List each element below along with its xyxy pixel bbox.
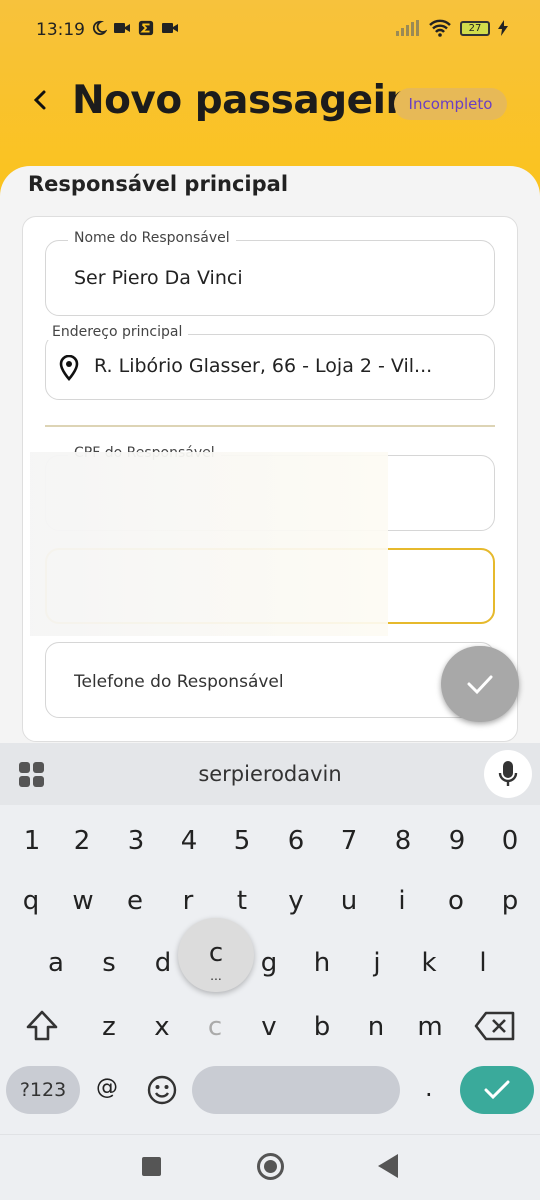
status-time: 13:19	[36, 20, 85, 40]
confirm-fab-button[interactable]	[441, 646, 519, 722]
key-w[interactable]: w	[63, 886, 103, 916]
address-field[interactable]: Endereço principal R. Libório Glasser, 6…	[45, 324, 495, 400]
key-5[interactable]: 5	[222, 826, 262, 856]
address-field-value[interactable]: R. Libório Glasser, 66 - Loja 2 - Vil...	[94, 355, 490, 377]
key-s[interactable]: s	[89, 948, 129, 978]
key-popup-letter: c	[208, 938, 224, 968]
moon-icon	[92, 20, 107, 36]
divider	[45, 425, 495, 427]
backspace-icon[interactable]	[474, 1010, 516, 1042]
key-8[interactable]: 8	[383, 826, 423, 856]
key-t[interactable]: t	[222, 886, 262, 916]
key-a[interactable]: a	[36, 948, 76, 978]
key-k[interactable]: k	[409, 948, 449, 978]
home-icon[interactable]	[257, 1153, 284, 1180]
status-badge: Incompleto	[394, 88, 507, 120]
location-pin-icon	[59, 355, 79, 381]
key-v[interactable]: v	[249, 1012, 289, 1042]
check-icon	[484, 1080, 510, 1100]
key-0[interactable]: 0	[490, 826, 530, 856]
key-2[interactable]: 2	[62, 826, 102, 856]
battery-icon: 27	[460, 20, 490, 36]
suggestion-word[interactable]: serpierodavin	[120, 762, 420, 786]
name-field-label: Nome do Responsável	[68, 230, 236, 246]
wifi-icon	[429, 19, 451, 37]
symbols-key[interactable]: ?123	[6, 1066, 80, 1114]
key-d[interactable]: d	[143, 948, 183, 978]
key-z[interactable]: z	[89, 1012, 129, 1042]
redacted-area	[30, 452, 388, 636]
back-nav-icon[interactable]	[378, 1154, 398, 1178]
key-9[interactable]: 9	[437, 826, 477, 856]
key-at[interactable]: @	[96, 1075, 118, 1100]
charging-icon	[498, 20, 508, 36]
key-g[interactable]: g	[249, 948, 289, 978]
recents-icon[interactable]	[142, 1157, 161, 1176]
key-n[interactable]: n	[356, 1012, 396, 1042]
key-j[interactable]: j	[357, 948, 397, 978]
phone-field[interactable]: Telefone do Responsável	[45, 642, 495, 718]
status-bar: 13:19 27	[0, 0, 540, 60]
letter-row-1: q w e r t y u i o p	[0, 886, 540, 930]
key-c[interactable]: c	[195, 1012, 235, 1042]
mic-button[interactable]	[484, 750, 532, 798]
status-notification-icons	[89, 20, 179, 36]
key-q[interactable]: q	[11, 886, 51, 916]
section-title: Responsável principal	[28, 172, 289, 196]
key-7[interactable]: 7	[329, 826, 369, 856]
phone-field-placeholder: Telefone do Responsável	[74, 672, 284, 692]
key-e[interactable]: e	[115, 886, 155, 916]
microphone-icon	[498, 761, 518, 786]
digit-row: 1 2 3 4 5 6 7 8 9 0	[0, 826, 540, 870]
arrow-back-icon[interactable]	[26, 86, 54, 114]
status-system-icons: 27	[396, 19, 508, 37]
space-bar[interactable]	[192, 1066, 400, 1114]
emoji-icon[interactable]	[146, 1074, 178, 1106]
check-icon	[467, 675, 493, 695]
key-x[interactable]: x	[142, 1012, 182, 1042]
key-p[interactable]: p	[490, 886, 530, 916]
video-camera-icon	[162, 23, 178, 33]
page-title: Novo passageiro	[72, 78, 431, 123]
sigma-app-icon	[138, 20, 154, 36]
key-popup-hint: ...	[210, 967, 222, 983]
key-r[interactable]: r	[168, 886, 208, 916]
key-6[interactable]: 6	[276, 826, 316, 856]
signal-icon	[396, 20, 419, 36]
key-u[interactable]: u	[329, 886, 369, 916]
name-field-value[interactable]: Ser Piero Da Vinci	[74, 267, 243, 289]
key-period[interactable]: .	[425, 1074, 433, 1102]
key-4[interactable]: 4	[169, 826, 209, 856]
key-b[interactable]: b	[302, 1012, 342, 1042]
video-camera-icon	[114, 23, 130, 33]
key-l[interactable]: l	[463, 948, 503, 978]
key-popup-c[interactable]: c ...	[178, 918, 254, 992]
key-o[interactable]: o	[436, 886, 476, 916]
key-y[interactable]: y	[276, 886, 316, 916]
address-field-label: Endereço principal	[46, 324, 189, 340]
letter-row-3: z x c v b n m	[0, 1012, 540, 1056]
name-field[interactable]: Nome do Responsável Ser Piero Da Vinci	[45, 230, 495, 316]
key-3[interactable]: 3	[116, 826, 156, 856]
key-i[interactable]: i	[382, 886, 422, 916]
key-h[interactable]: h	[302, 948, 342, 978]
key-1[interactable]: 1	[12, 826, 52, 856]
key-m[interactable]: m	[410, 1012, 450, 1042]
letter-row-2: a s d g h j k l	[0, 948, 540, 992]
apps-grid-icon[interactable]	[18, 761, 46, 789]
enter-key[interactable]	[460, 1066, 534, 1114]
